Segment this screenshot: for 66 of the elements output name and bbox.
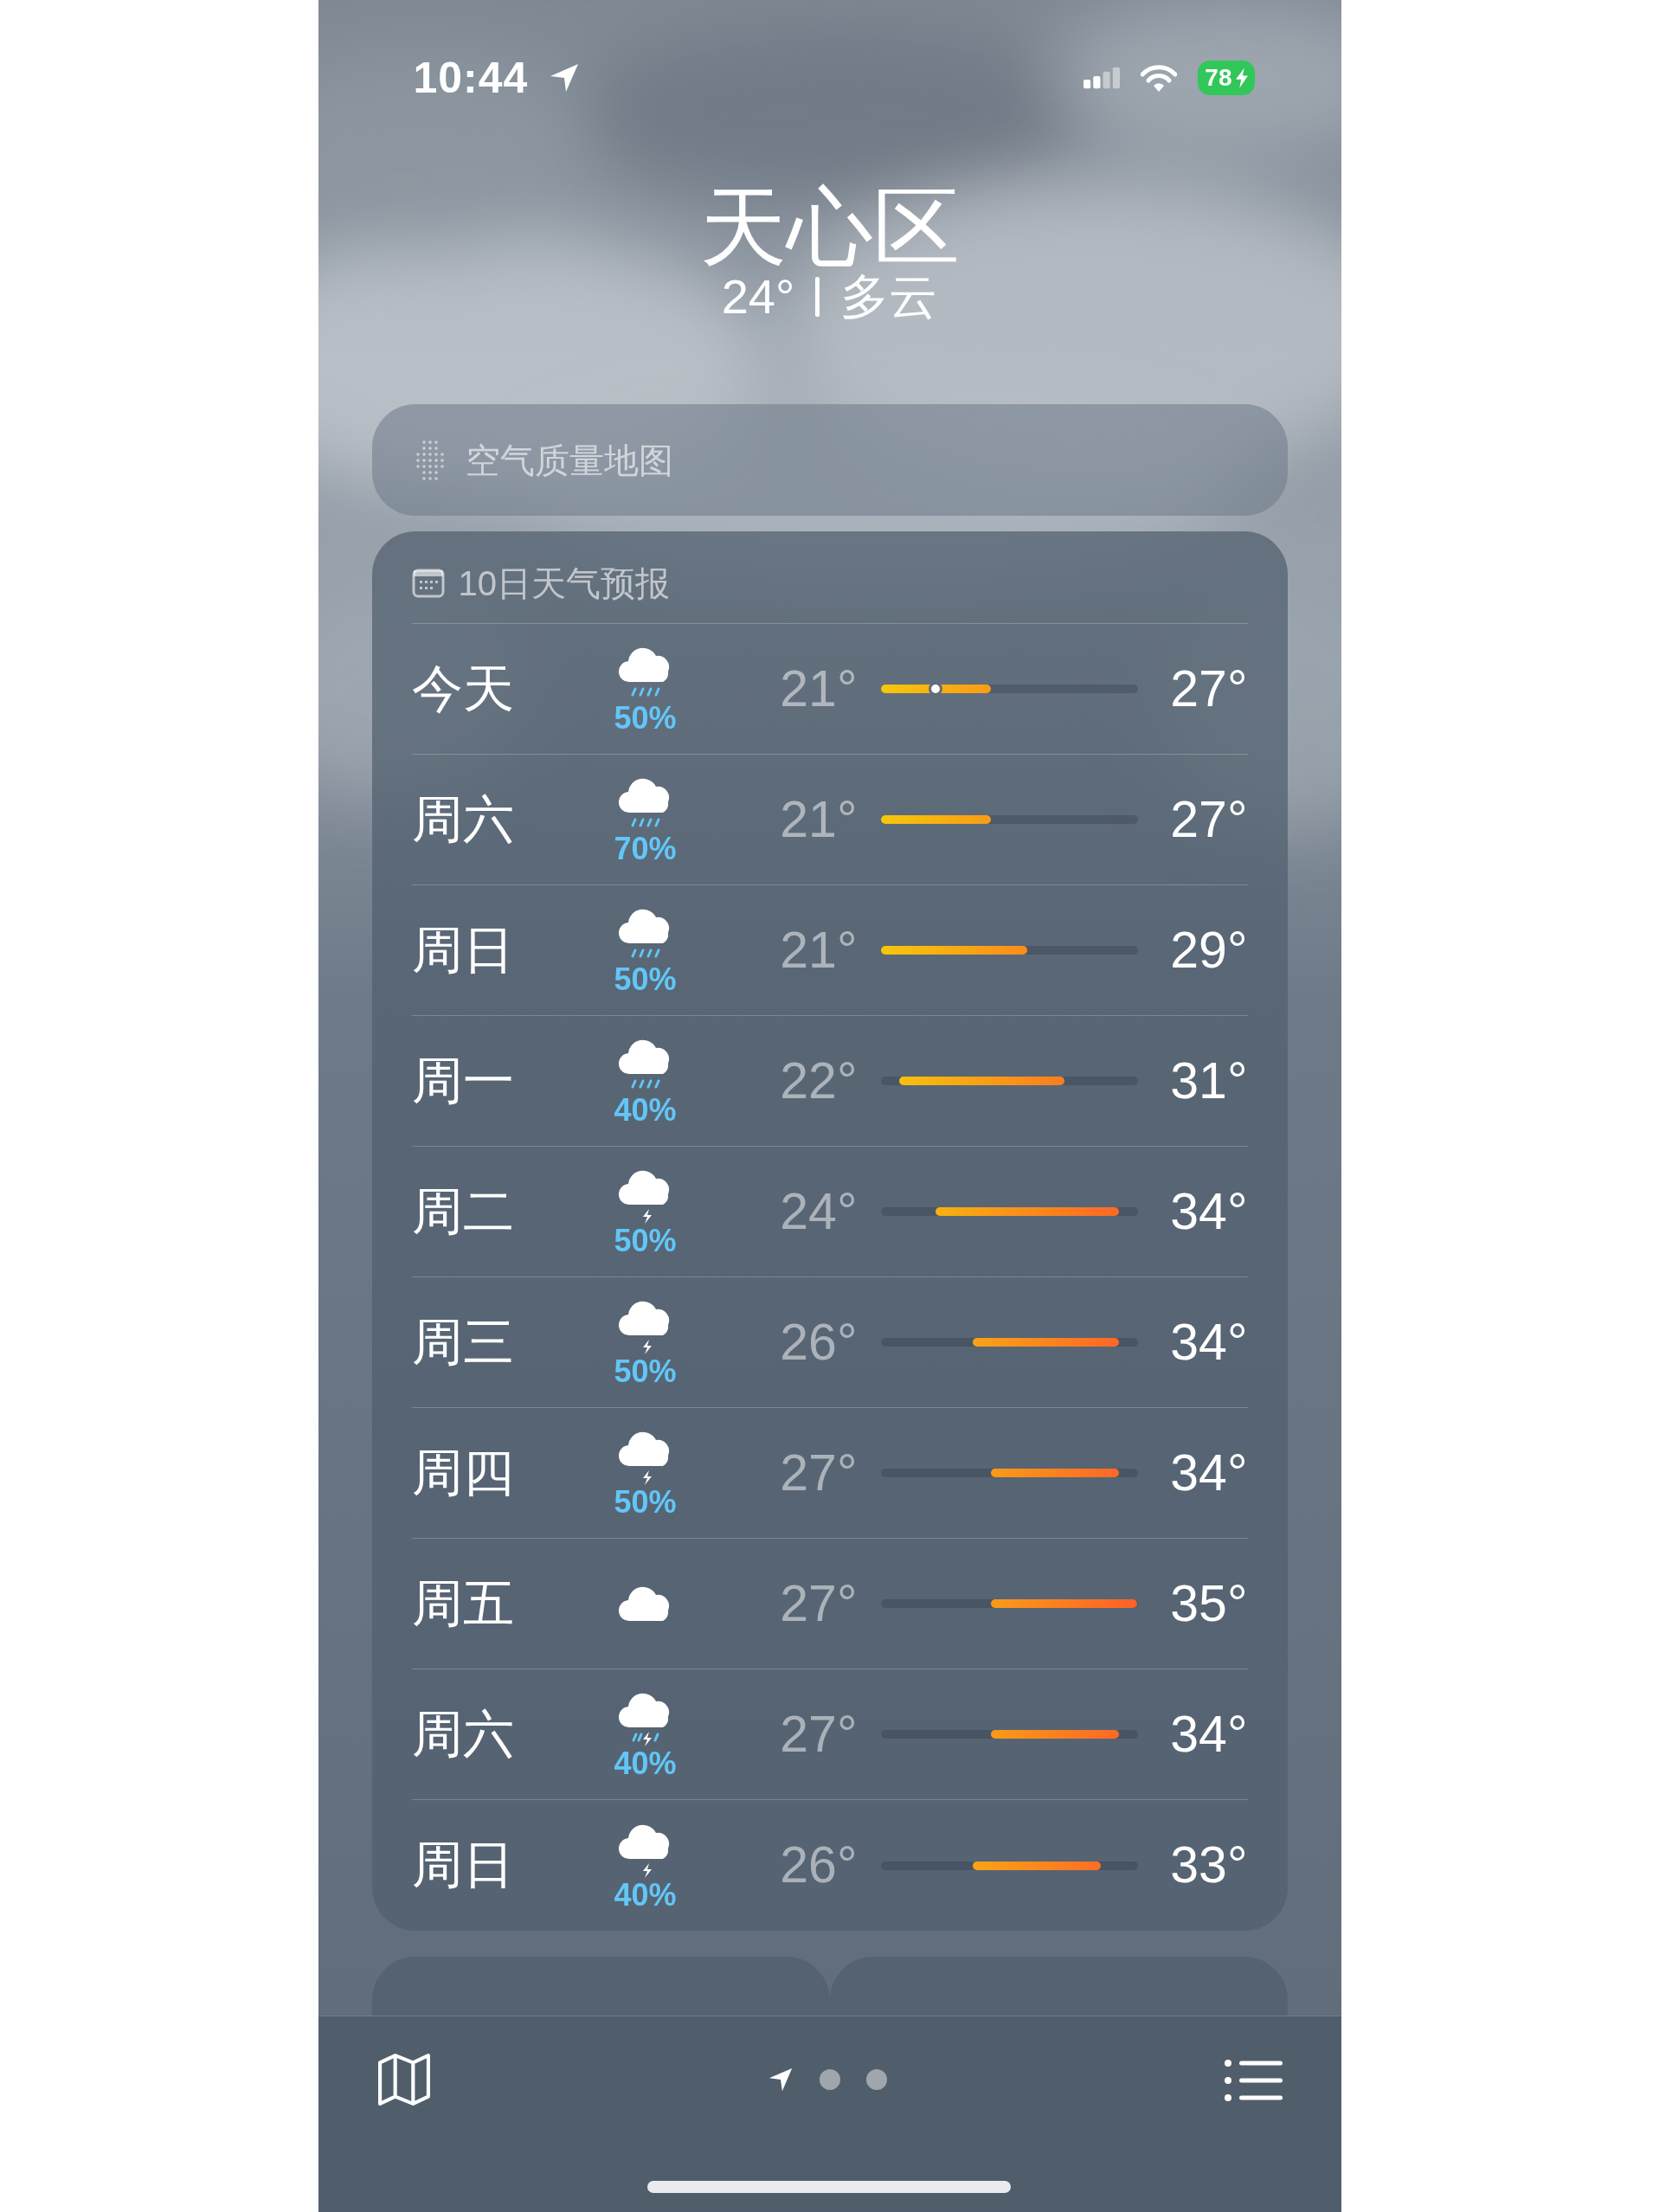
wifi-icon <box>1141 64 1178 92</box>
day-label: 今天 <box>411 659 515 719</box>
high-temperature: 34° <box>1169 1443 1248 1503</box>
day-label: 周六 <box>411 789 515 850</box>
map-icon[interactable] <box>376 2053 431 2106</box>
forecast-row[interactable]: 周三 50% 26° 34° <box>411 1277 1248 1408</box>
location-arrow-icon <box>549 62 581 93</box>
day-label: 周六 <box>411 1704 515 1765</box>
forecast-row[interactable]: 周二 50% 24° 34° <box>411 1147 1248 1277</box>
high-temperature: 34° <box>1169 1181 1248 1242</box>
signal-icon <box>1083 67 1121 89</box>
high-temperature: 33° <box>1169 1836 1248 1896</box>
precipitation-chance: 40% <box>614 1879 677 1911</box>
low-temperature: 21° <box>779 920 858 981</box>
low-temperature: 27° <box>779 1573 858 1634</box>
low-temperature: 21° <box>779 659 858 719</box>
page-dot[interactable] <box>865 2068 887 2090</box>
forecast-row[interactable]: 周五 27° 35° <box>411 1539 1248 1669</box>
dotted-grid-icon <box>415 439 445 481</box>
low-temperature: 27° <box>779 1443 858 1503</box>
weather-condition: 多云 <box>840 273 938 321</box>
forecast-row[interactable]: 周一 40% 22° 31° <box>411 1016 1248 1147</box>
precipitation-chance: 40% <box>614 1748 677 1779</box>
precipitation-chance: 50% <box>614 1356 677 1387</box>
day-label: 周三 <box>411 1312 515 1373</box>
high-temperature: 34° <box>1169 1312 1248 1373</box>
status-time: 10:44 <box>413 52 529 104</box>
high-temperature: 34° <box>1169 1704 1248 1765</box>
forecast-title: 10日天气预报 <box>458 563 670 604</box>
page-dot[interactable] <box>819 2068 840 2090</box>
day-label: 周一 <box>411 1051 515 1111</box>
forecast-row[interactable]: 周六 70% 21° 27° <box>411 755 1248 885</box>
day-label: 周日 <box>411 1836 515 1896</box>
forecast-row[interactable]: 今天 50% 21° 27° <box>411 624 1248 755</box>
day-label: 周四 <box>411 1443 515 1503</box>
city-name: 天心区 <box>698 182 961 273</box>
precipitation-chance: 50% <box>614 1225 677 1257</box>
forecast-row[interactable]: 周六 40% 27° 34° <box>411 1669 1248 1800</box>
forecast-row[interactable]: 周日 50% 21° 29° <box>411 885 1248 1016</box>
list-icon[interactable] <box>1223 2057 1283 2101</box>
low-temperature: 26° <box>779 1312 858 1373</box>
low-temperature: 21° <box>779 789 858 850</box>
high-temperature: 27° <box>1169 659 1248 719</box>
precipitation-chance: 50% <box>614 964 677 995</box>
precipitation-chance: 50% <box>614 1487 677 1518</box>
low-temperature: 27° <box>779 1704 858 1765</box>
forecast-row[interactable]: 周日 40% 26° 33° <box>411 1800 1248 1931</box>
precipitation-chance: 40% <box>614 1095 677 1126</box>
forecast-row[interactable]: 周四 50% 27° 34° <box>411 1408 1248 1539</box>
precipitation-chance: 50% <box>614 703 677 734</box>
day-label: 周二 <box>411 1181 515 1242</box>
high-temperature: 29° <box>1169 920 1248 981</box>
battery-level: 78 <box>1205 63 1232 93</box>
low-temperature: 24° <box>779 1181 858 1242</box>
separator-bar <box>815 277 820 317</box>
precipitation-chance: 70% <box>614 833 677 865</box>
high-temperature: 35° <box>1169 1573 1248 1634</box>
low-temperature: 22° <box>779 1051 858 1111</box>
high-temperature: 27° <box>1169 789 1248 850</box>
day-label: 周日 <box>411 920 515 981</box>
charging-bolt-icon <box>1235 68 1248 88</box>
high-temperature: 31° <box>1169 1051 1248 1111</box>
current-temperature: 24° <box>721 273 795 321</box>
calendar-icon <box>411 569 445 598</box>
low-temperature: 26° <box>779 1836 858 1896</box>
day-label: 周五 <box>411 1573 515 1634</box>
